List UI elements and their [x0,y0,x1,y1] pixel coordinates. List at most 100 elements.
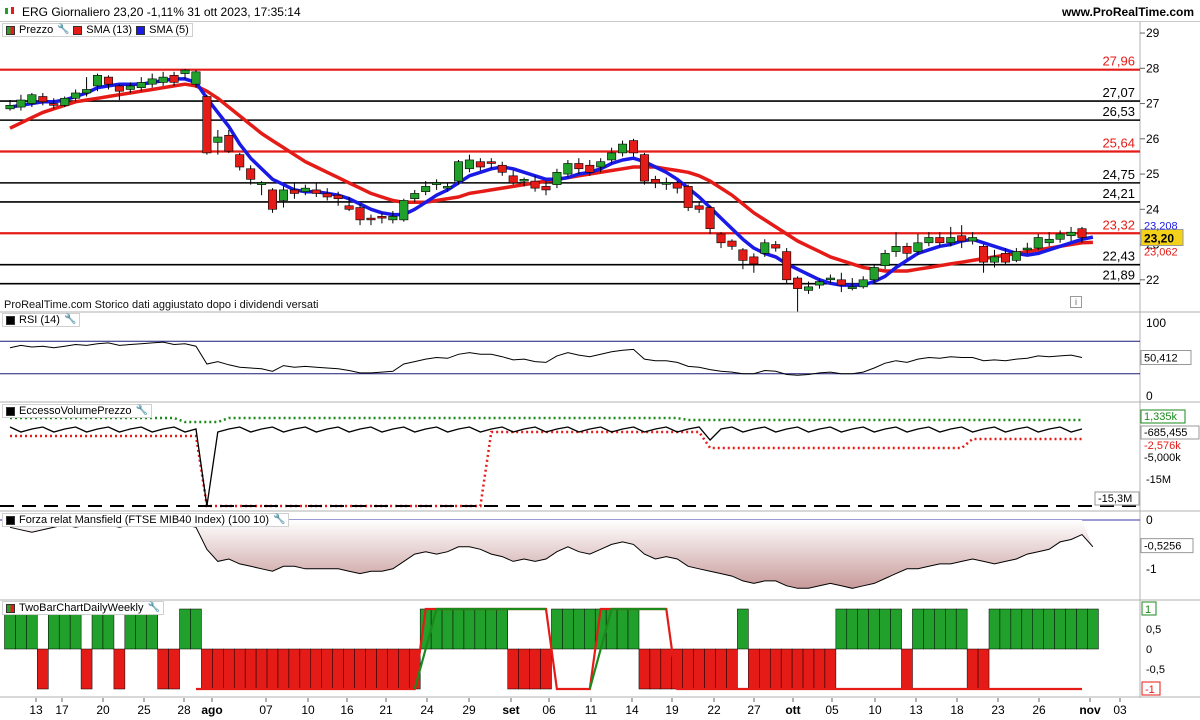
rsi-legend[interactable]: RSI (14) 🔧 [2,313,80,327]
candle [1011,248,1021,263]
candle [147,73,157,88]
twobar-bar [113,648,126,690]
candle [322,188,332,201]
candle-body [1066,231,1076,237]
candle-body [574,163,584,170]
twobar-bar [26,608,38,650]
twobar-bar [365,648,377,690]
wrench-icon[interactable]: 🔧 [64,314,76,326]
candle [1033,233,1043,250]
x-axis-label: 26 [1032,703,1046,717]
candle-body [979,246,989,263]
candle-body [705,207,715,229]
sma5-legend-label: SMA (5) [149,24,189,36]
volume-legend[interactable]: EccessoVolumePrezzo 🔧 [2,404,152,418]
volume-red-label: -2,576k [1144,440,1181,452]
candle-body [38,96,48,103]
twobar-bar [1065,608,1077,650]
candlestick-icon [5,7,14,14]
mansfield-value-label: -0,5256 [1144,541,1181,553]
rsi-line [9,341,1083,376]
twobar-bar [299,648,312,690]
twobar-bar [901,648,913,690]
candle-body [727,240,737,247]
x-axis-label: set [502,703,519,717]
twobar-bar [146,608,158,650]
twobar-axis-label: 0,5 [1146,624,1161,636]
candle [508,170,518,185]
candle [366,214,376,226]
twobar-bar [660,648,673,690]
x-axis-label: 11 [585,703,598,717]
price-legend[interactable]: Prezzo 🔧 SMA (13) SMA (5) [2,23,193,37]
wrench-icon[interactable]: 🔧 [57,24,69,36]
x-axis-label: 22 [707,703,721,717]
candle [957,225,967,249]
x-axis-label: 05 [825,703,839,717]
site-label[interactable]: www.ProRealTime.com [1062,5,1194,19]
candle [891,232,901,257]
candle-body [771,244,781,249]
candle-body [869,267,879,281]
volume-legend-label: EccessoVolumePrezzo [19,405,132,417]
candle-body [891,246,901,252]
twobar-bar [332,648,344,690]
twobar-bar [737,608,749,650]
twobar-bar [233,648,246,690]
twobar-bar [80,648,93,690]
candle-body [530,180,540,189]
candle-body [27,94,37,104]
sma13-value-label: 23,062 [1144,247,1178,259]
twobar-bar [780,648,793,690]
candle-body [355,207,365,221]
twobar-bar [1087,608,1099,650]
mansfield-legend[interactable]: Forza relat Mansfield (FTSE MIB40 Index)… [2,513,290,527]
candle [782,248,792,284]
twobar-bar [726,648,738,690]
candle-body [804,286,814,291]
sma5-line [9,77,1094,287]
price-axis-label: 26 [1146,132,1160,146]
twobar-bar [102,608,115,650]
candle [727,239,737,250]
candle-body [443,186,453,189]
twobar-bar [704,648,716,690]
candle-body [486,161,496,164]
level-label: 23,32 [1102,217,1135,232]
twobar-bar [69,608,82,650]
twobar-bar [15,608,27,650]
candle-body [1011,251,1021,261]
level-label: 21,89 [1102,268,1135,283]
sma13-swatch [73,25,83,35]
candle-body [552,171,562,185]
candle-body [311,189,321,194]
candle-body [607,152,617,161]
volume-black-line [9,426,1083,507]
twobar-bar [474,608,487,650]
twobar-legend[interactable]: TwoBarChartDailyWeekly 🔧 [2,601,164,615]
twobar-bar [310,648,323,690]
wrench-icon[interactable]: 🔧 [273,514,285,526]
twobar-bar [135,608,148,650]
volume-green-dotted-line [10,416,1082,424]
candle-body [213,136,223,143]
candle [749,253,759,273]
sma13-legend-label: SMA (13) [86,24,133,36]
candle [858,276,868,289]
candle-body [825,277,835,281]
x-axis-label: 10 [868,703,882,717]
twobar-bar [529,648,541,690]
candle [902,242,912,259]
x-axis-label: 24 [420,703,434,717]
wrench-icon[interactable]: 🔧 [148,602,160,614]
candle-body [661,182,671,185]
candle [257,181,267,196]
sma5-swatch [136,25,146,35]
info-icon[interactable]: i [1070,296,1082,308]
wrench-icon[interactable]: 🔧 [136,405,148,417]
twobar-bar [934,608,946,650]
mansfield-axis-label: 0 [1146,513,1153,527]
price-axis-label: 25 [1146,167,1160,181]
twobar-bar [715,648,727,690]
twobar-bar [835,608,848,650]
